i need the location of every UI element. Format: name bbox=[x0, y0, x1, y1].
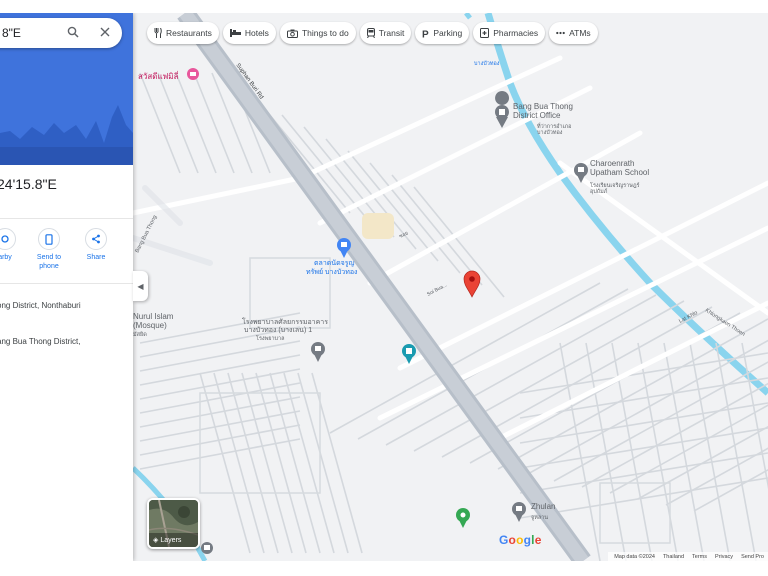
chip-things-to-do[interactable]: Things to do bbox=[279, 22, 356, 44]
google-logo: Google bbox=[499, 533, 542, 547]
top-poi-label: สวัสดีแฟมิลี่ bbox=[138, 70, 179, 81]
chip-pharmacies[interactable]: Pharmacies bbox=[473, 22, 546, 44]
map-viewport[interactable]: สวัสดีแฟมิลี่ Bang Bua Thong District Of… bbox=[0, 13, 768, 561]
chip-label: Hotels bbox=[244, 28, 269, 38]
chip-label: Transit bbox=[378, 28, 405, 38]
search-icon[interactable] bbox=[64, 23, 82, 41]
more-icon bbox=[556, 31, 565, 35]
share-label: Share bbox=[86, 254, 106, 261]
camera-icon bbox=[286, 29, 298, 38]
fork-knife-icon bbox=[154, 28, 162, 38]
chip-label: ATMs bbox=[569, 28, 591, 38]
chip-restaurants[interactable]: Restaurants bbox=[147, 22, 219, 44]
nearby-button[interactable]: arby bbox=[0, 228, 25, 262]
bed-icon bbox=[229, 29, 241, 37]
close-icon[interactable] bbox=[96, 23, 114, 41]
send-to-phone-label: Send to phone bbox=[36, 254, 62, 270]
phone-icon bbox=[38, 228, 60, 250]
logo-letter: o bbox=[516, 533, 524, 547]
svg-text:P: P bbox=[422, 29, 429, 38]
nearby-label: arby bbox=[0, 254, 12, 261]
parking-icon: P bbox=[422, 29, 429, 38]
category-chips: Restaurants Hotels Things to do Transit P Par… bbox=[147, 22, 598, 44]
logo-letter: g bbox=[523, 533, 532, 547]
address-line-1: ong District, Nonthaburi bbox=[0, 301, 81, 310]
nearby-icon bbox=[0, 228, 16, 250]
logo-letter: G bbox=[499, 533, 509, 547]
layers-icon: ◈ bbox=[153, 537, 159, 544]
logo-letter: e bbox=[534, 533, 542, 547]
chip-label: Pharmacies bbox=[493, 28, 539, 38]
chip-atms[interactable]: ATMs bbox=[549, 22, 598, 44]
collapse-panel-button[interactable]: ◀ bbox=[133, 271, 148, 301]
pharmacy-poi-icon[interactable] bbox=[187, 68, 199, 80]
share-button[interactable]: Share bbox=[76, 228, 116, 262]
footer-item[interactable]: Terms bbox=[692, 554, 707, 560]
chevron-left-icon: ◀ bbox=[137, 281, 144, 291]
chip-hotels[interactable]: Hotels bbox=[222, 22, 276, 44]
chip-label: Things to do bbox=[301, 28, 349, 38]
footer-item[interactable]: Send Pro bbox=[741, 554, 764, 560]
search-box[interactable]: 8"E bbox=[0, 18, 122, 48]
zhulan-label: Zhulan bbox=[531, 502, 555, 511]
place-panel: 8"E 24'15.8"E arby Send to phone Share o… bbox=[0, 13, 133, 561]
search-input[interactable]: 8"E bbox=[2, 26, 21, 40]
bottom-left-poi-icon[interactable] bbox=[201, 542, 213, 554]
coordinates-title: 24'15.8"E bbox=[0, 176, 57, 192]
logo-letter: o bbox=[508, 533, 517, 547]
footer-item[interactable]: Privacy bbox=[715, 554, 733, 560]
address-line-2: ang Bua Thong District, bbox=[0, 337, 81, 346]
zhulan-thai: จูหลาน bbox=[531, 515, 548, 521]
top-right-thai-label: บางบัวทอง bbox=[474, 60, 500, 67]
chip-transit[interactable]: Transit bbox=[359, 22, 412, 44]
share-icon bbox=[85, 228, 107, 250]
layers-label: Layers bbox=[160, 536, 182, 544]
map-footer: Map data ©2024 Thailand Terms Privacy Send P… bbox=[608, 552, 768, 561]
chip-label: Parking bbox=[433, 28, 463, 38]
chip-parking[interactable]: P Parking bbox=[415, 22, 470, 44]
footer-item: Thailand bbox=[662, 553, 685, 560]
chip-label: Restaurants bbox=[166, 28, 212, 38]
district-office-line-1: Bang Bua Thong bbox=[513, 102, 573, 111]
train-icon bbox=[366, 28, 375, 38]
layers-button[interactable]: ◈ Layers bbox=[147, 498, 200, 549]
footer-item: Map data ©2024 bbox=[614, 553, 655, 560]
send-to-phone-button[interactable]: Send to phone bbox=[29, 228, 69, 271]
pharmacy-icon bbox=[480, 28, 490, 38]
district-office-line-2: District Office bbox=[513, 111, 561, 120]
